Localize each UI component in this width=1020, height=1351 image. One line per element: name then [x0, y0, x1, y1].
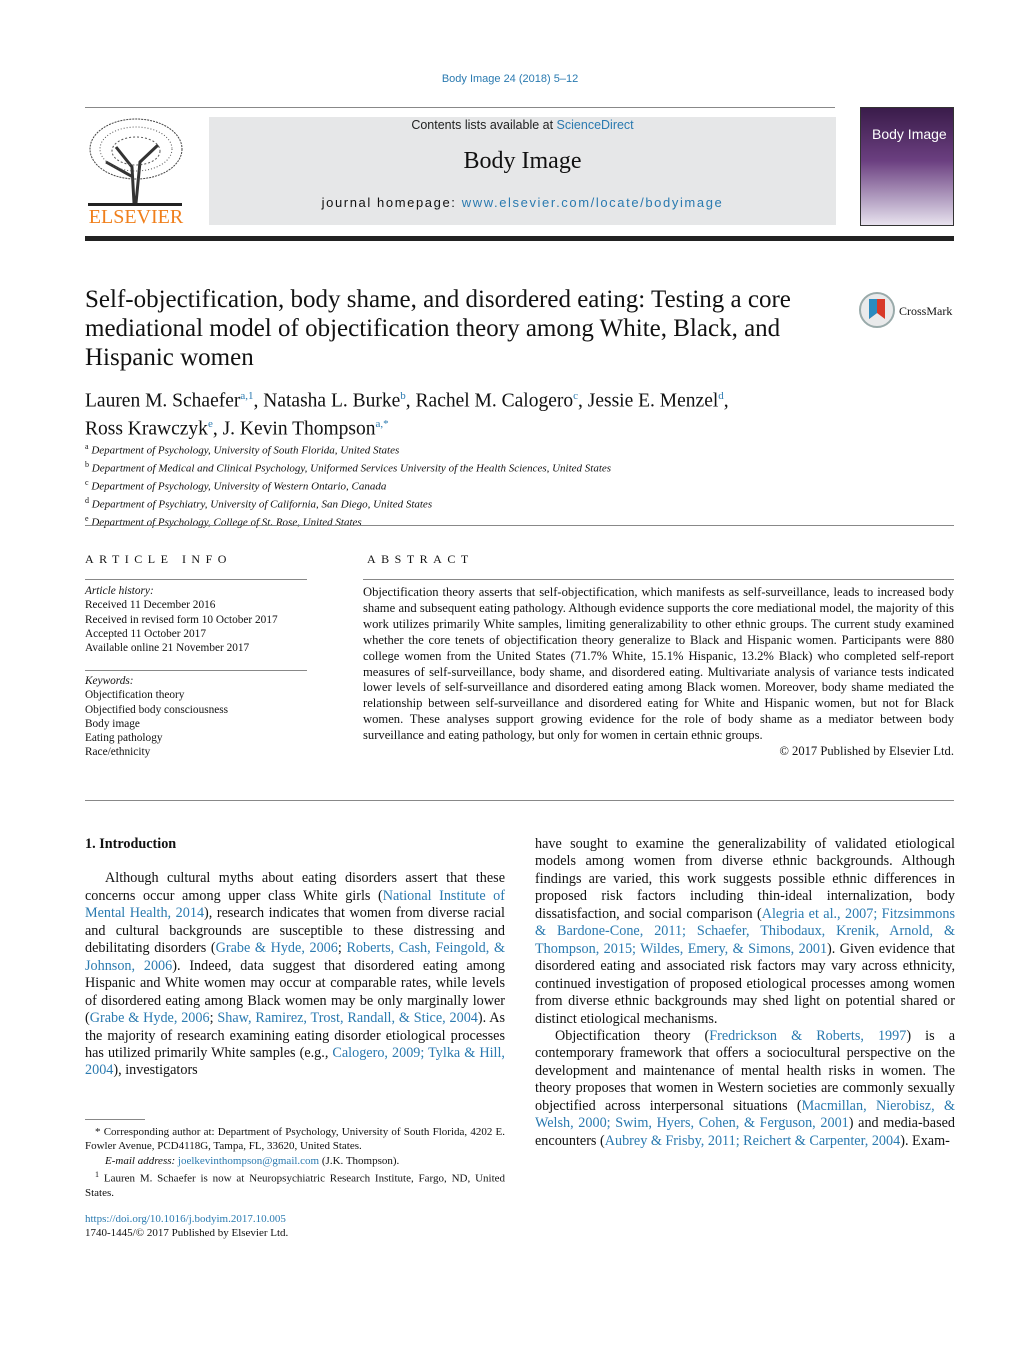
author-affiliation-marker[interactable]: b [400, 390, 406, 402]
author-name[interactable]: Natasha L. Burke [263, 391, 400, 412]
author-name[interactable]: Rachel M. Calogero [416, 391, 574, 412]
divider [85, 670, 307, 671]
text-run: Objectification theory ( [555, 1027, 710, 1044]
paragraph: Although cultural myths about eating dis… [85, 870, 505, 1079]
header-rule [85, 236, 954, 241]
paragraph: Objectification theory (Fredrickson & Ro… [535, 1028, 955, 1150]
author-name[interactable]: Lauren M. Schaefer [85, 391, 240, 412]
contents-text: Contents lists available at [411, 118, 557, 132]
divider [363, 579, 954, 580]
homepage-label: journal homepage: [321, 195, 462, 210]
text-run: ). Exam- [900, 1132, 950, 1149]
tree-icon [88, 118, 183, 206]
corresponding-author-note: Corresponding author at: Department of P… [85, 1126, 506, 1153]
author-name[interactable]: J. Kevin Thompson [223, 418, 376, 439]
crossmark-icon [859, 292, 895, 328]
affiliation-text: Department of Medical and Clinical Psych… [91, 462, 612, 475]
journal-cover[interactable]: Body Image [860, 107, 954, 226]
affiliation-text: Department of Psychiatry, University of … [91, 498, 433, 511]
keyword: Race/ethnicity [85, 746, 151, 759]
elsevier-logo[interactable]: ELSEVIER [86, 117, 186, 229]
journal-name: Body Image [463, 148, 582, 174]
divider [85, 800, 954, 801]
email-suffix: (J.K. Thompson). [319, 1154, 400, 1167]
author-list: Lauren M. Schaefera,1, Natasha L. Burkeb… [85, 390, 729, 439]
affiliation-text: Department of Psychology, University of … [91, 444, 400, 457]
author-name[interactable]: Jessie E. Menzel [588, 391, 719, 412]
text-run: ), investigators [113, 1062, 198, 1079]
affiliation-key: e [85, 514, 89, 524]
email-link[interactable]: joelkevinthompson@gmail.com [178, 1155, 319, 1167]
footnote-rule [85, 1119, 145, 1120]
publisher-wordmark: ELSEVIER [88, 206, 184, 228]
left-column: 1. Introduction Although cultural myths … [85, 836, 505, 1080]
author-affiliation-marker[interactable]: a,* [376, 418, 389, 430]
copyright: © 2017 Published by Elsevier Ltd. [779, 744, 954, 759]
divider [85, 107, 835, 108]
cover-title: Body Image [872, 126, 947, 142]
doi-block: https://doi.org/10.1016/j.bodyim.2017.10… [85, 1212, 288, 1241]
keyword: Objectification theory [85, 689, 185, 702]
abstract-text: Objectification theory asserts that self… [363, 585, 954, 743]
affiliation-text: Department of Psychology, University of … [91, 480, 387, 493]
history-item: Received 11 December 2016 [85, 599, 216, 612]
author-affiliation-marker[interactable]: a,1 [240, 390, 253, 402]
affiliations: a Department of Psychology, University o… [85, 440, 611, 530]
divider [85, 579, 307, 580]
citation-link[interactable]: Aubrey & Frisby, 2011; Reichert & Carpen… [605, 1133, 900, 1149]
article-history: Article history: Received 11 December 201… [85, 584, 278, 655]
affiliation-key: d [85, 496, 89, 506]
crossmark-badge[interactable]: CrossMark [858, 291, 958, 331]
abstract: Objectification theory asserts that self… [363, 585, 954, 760]
history-item: Accepted 11 October 2017 [85, 627, 206, 640]
journal-banner: Contents lists available at ScienceDirec… [209, 117, 836, 225]
doi-link[interactable]: https://doi.org/10.1016/j.bodyim.2017.10… [85, 1212, 288, 1226]
homepage-link[interactable]: www.elsevier.com/locate/bodyimage [462, 195, 724, 210]
crossmark-label: CrossMark [899, 304, 953, 318]
author-affiliation-marker[interactable]: e [208, 418, 213, 430]
asterisk: * [95, 1126, 104, 1138]
citation-link[interactable]: Fredrickson & Roberts, 1997 [709, 1028, 906, 1044]
keywords-label: Keywords: [85, 675, 134, 687]
article-title: Self-objectification, body shame, and di… [85, 286, 791, 371]
author-note-1: Lauren M. Schaefer is now at Neuropsychi… [85, 1172, 506, 1199]
affiliation-key: b [85, 460, 89, 470]
keyword: Eating pathology [85, 732, 163, 745]
article-info-heading: ARTICLE INFO [85, 552, 232, 566]
affiliation-key: a [85, 442, 89, 451]
right-column: have sought to examine the generalizabil… [535, 836, 955, 1150]
affiliation-text: Department of Psychology, College of St.… [91, 516, 362, 529]
email-label: E-mail address: [105, 1154, 178, 1167]
history-item: Available online 21 November 2017 [85, 642, 250, 655]
keyword: Body image [85, 717, 140, 730]
issn-line: 1740-1445/© 2017 Published by Elsevier L… [85, 1227, 289, 1240]
paper-page: Body Image 24 (2018) 5–12 ELSEVIER Conte… [0, 0, 1020, 1351]
history-item: Received in revised form 10 October 2017 [85, 613, 278, 626]
footnotes: * Corresponding author at: Department of… [85, 1126, 506, 1199]
citation-link[interactable]: Grabe & Hyde, 2006 [216, 940, 338, 956]
keyword: Objectified body consciousness [85, 703, 229, 716]
keywords: Keywords: Objectification theory Objectifi… [85, 674, 228, 760]
section-heading: 1. Introduction [85, 836, 177, 852]
author-affiliation-marker[interactable]: d [718, 390, 724, 402]
author-name[interactable]: Ross Krawczyk [85, 418, 208, 439]
sciencedirect-link[interactable]: ScienceDirect [557, 118, 634, 132]
citation-link[interactable]: Grabe & Hyde, 2006 [90, 1010, 210, 1026]
author-affiliation-marker[interactable]: c [573, 390, 578, 402]
journal-citation[interactable]: Body Image 24 (2018) 5–12 [0, 73, 1020, 85]
abstract-heading: ABSTRACT [367, 552, 474, 566]
citation-link[interactable]: Shaw, Ramirez, Trost, Randall, & Stice, … [217, 1010, 478, 1026]
paragraph: have sought to examine the generalizabil… [535, 836, 955, 1028]
divider [85, 525, 954, 526]
history-label: Article history: [85, 585, 154, 597]
affiliation-key: c [85, 478, 89, 488]
